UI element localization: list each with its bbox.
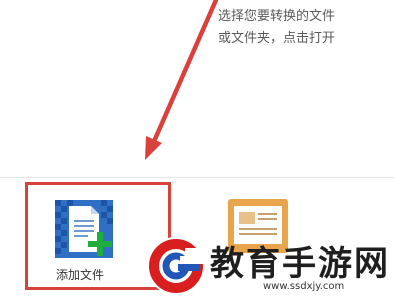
toolbar-divider [0, 177, 394, 178]
add-file-icon [55, 200, 113, 258]
watermark-url: www.ssdxjy.com [263, 281, 345, 292]
watermark: 教育手游网 www.ssdxjy.com [145, 234, 394, 297]
add-file-button[interactable]: 添加文件 [50, 198, 120, 288]
watermark-title: 教育手游网 [210, 244, 390, 284]
watermark-logo-icon [147, 237, 207, 295]
add-file-label: 添加文件 [56, 268, 105, 282]
